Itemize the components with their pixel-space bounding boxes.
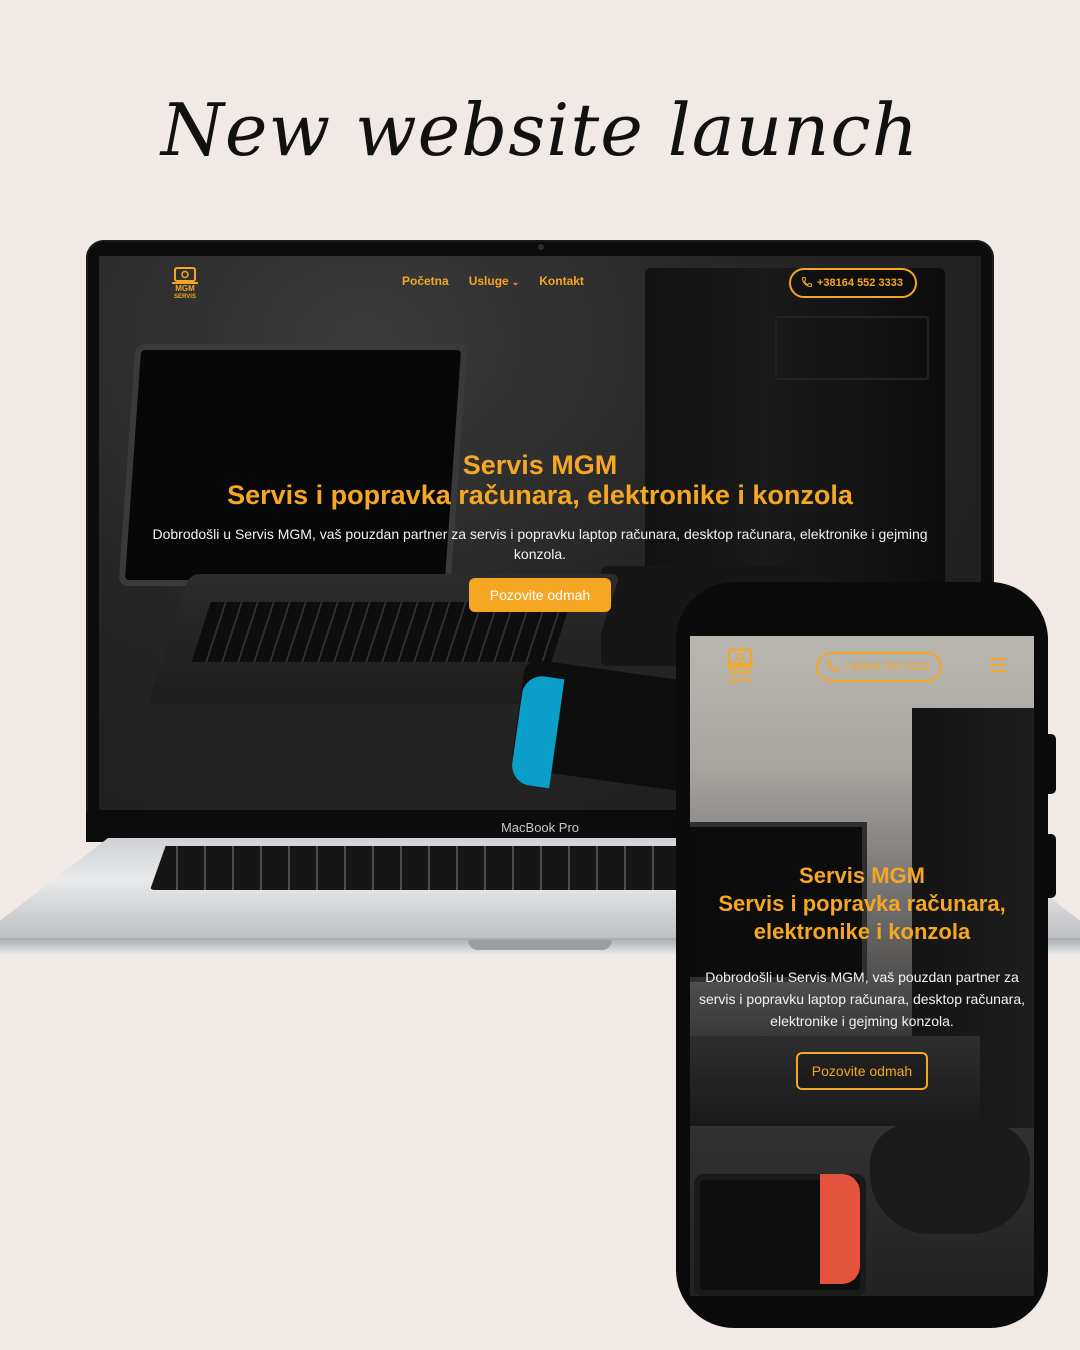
page-headline: New website launch <box>160 88 920 172</box>
hero-title: Servis MGM <box>462 450 618 480</box>
gamepad-image <box>870 1124 1030 1234</box>
phone-number: +38164 552 3333 <box>844 661 930 673</box>
mgm-logo[interactable]: MGM SERVIS <box>718 644 762 686</box>
mobile-header: MGM SERVIS +38164 552 3333 <box>690 636 1034 696</box>
phone-button[interactable]: +38164 552 3333 <box>816 652 942 682</box>
phone-number: +38164 552 3333 <box>817 277 903 289</box>
hero-title: Servis MGM <box>799 863 925 888</box>
joycon-right-image <box>820 1174 860 1284</box>
phone-icon <box>801 276 813 291</box>
svg-text:MGM: MGM <box>729 667 751 677</box>
nav-item-kontakt[interactable]: Kontakt <box>539 274 584 288</box>
hero-subtitle-line2: elektronike i konzola <box>753 919 971 944</box>
laptop-notch <box>468 940 612 950</box>
call-now-button[interactable]: Pozovite odmah <box>795 1052 929 1090</box>
mgm-logo[interactable]: MGM SERVIS <box>165 264 205 300</box>
nav-item-pocetna[interactable]: Početna <box>402 274 449 288</box>
hero-subtitle: Servis i popravka računara, elektronike … <box>227 480 853 510</box>
laptop-camera <box>538 244 544 250</box>
hamburger-menu-icon[interactable] <box>990 658 1006 672</box>
svg-text:SERVIS: SERVIS <box>728 678 753 685</box>
phone-icon <box>826 659 840 676</box>
nav-item-usluge[interactable]: Usluge ⌄ <box>469 274 520 288</box>
site-header: MGM SERVIS Početna Usluge ⌄ Kontakt +3816… <box>99 256 981 306</box>
phone-side-button <box>1046 834 1056 898</box>
phone-button[interactable]: +38164 552 3333 <box>789 268 917 298</box>
main-nav: Početna Usluge ⌄ Kontakt <box>402 274 584 288</box>
svg-text:SERVIS: SERVIS <box>174 294 196 300</box>
hero-section: Servis MGM Servis i popravka računara, e… <box>690 862 1034 1090</box>
chevron-down-icon: ⌄ <box>511 277 520 287</box>
phone-screen: MGM SERVIS +38164 552 3333 Servis MGM Se… <box>690 636 1034 1296</box>
call-now-button[interactable]: Pozovite odmah <box>468 578 612 612</box>
phone-side-button <box>1046 734 1056 794</box>
hero-description: Dobrodošli u Servis MGM, vaš pouzdan par… <box>152 526 928 562</box>
hero-description: Dobrodošli u Servis MGM, vaš pouzdan par… <box>698 969 1026 1029</box>
hero-subtitle-line1: Servis i popravka računara, <box>718 891 1006 916</box>
svg-text:MGM: MGM <box>175 284 195 293</box>
